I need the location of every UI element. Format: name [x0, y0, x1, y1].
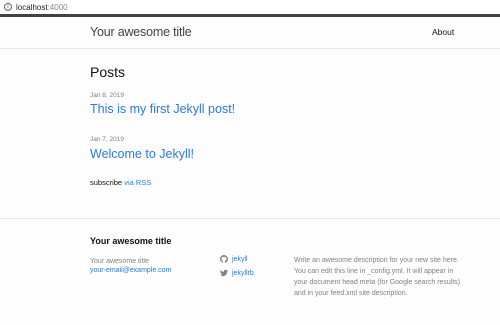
footer-site-name: Your awesome title: [90, 258, 149, 265]
subscribe-line: subscribe via RSS: [90, 178, 151, 187]
site-footer: Your awesome title Your awesome title yo…: [0, 218, 500, 325]
rss-link[interactable]: via RSS: [124, 178, 151, 187]
site-title-link[interactable]: Your awesome title: [90, 25, 192, 39]
post-date: Jan 7, 2019: [90, 136, 124, 143]
browser-address-bar[interactable]: i localhost:4000: [0, 0, 500, 14]
site-description: Write an awesome description for your ne…: [294, 257, 461, 297]
post-date: Jan 8, 2019: [90, 92, 124, 99]
url-host: localhost: [16, 2, 48, 12]
twitter-link[interactable]: jekyllrb: [232, 270, 254, 277]
info-icon[interactable]: i: [4, 3, 12, 11]
post-title-link[interactable]: Welcome to Jekyll!: [90, 147, 194, 161]
nav-about-link[interactable]: About: [432, 27, 454, 37]
footer-heading: Your awesome title: [90, 236, 172, 246]
twitter-social-item[interactable]: jekyllrb: [220, 269, 254, 277]
post-title-link[interactable]: This is my first Jekyll post!: [90, 102, 235, 116]
github-link[interactable]: jekyll: [232, 256, 248, 263]
page-heading: Posts: [90, 64, 126, 80]
subscribe-label: subscribe: [90, 178, 123, 187]
twitter-icon: [220, 269, 228, 277]
footer-email-link[interactable]: your-email@example.com: [90, 267, 171, 274]
github-icon: [220, 255, 228, 263]
site-header: Your awesome title About: [0, 17, 500, 49]
url-port: :4000: [47, 2, 68, 12]
github-social-item[interactable]: jekyll: [220, 255, 248, 263]
